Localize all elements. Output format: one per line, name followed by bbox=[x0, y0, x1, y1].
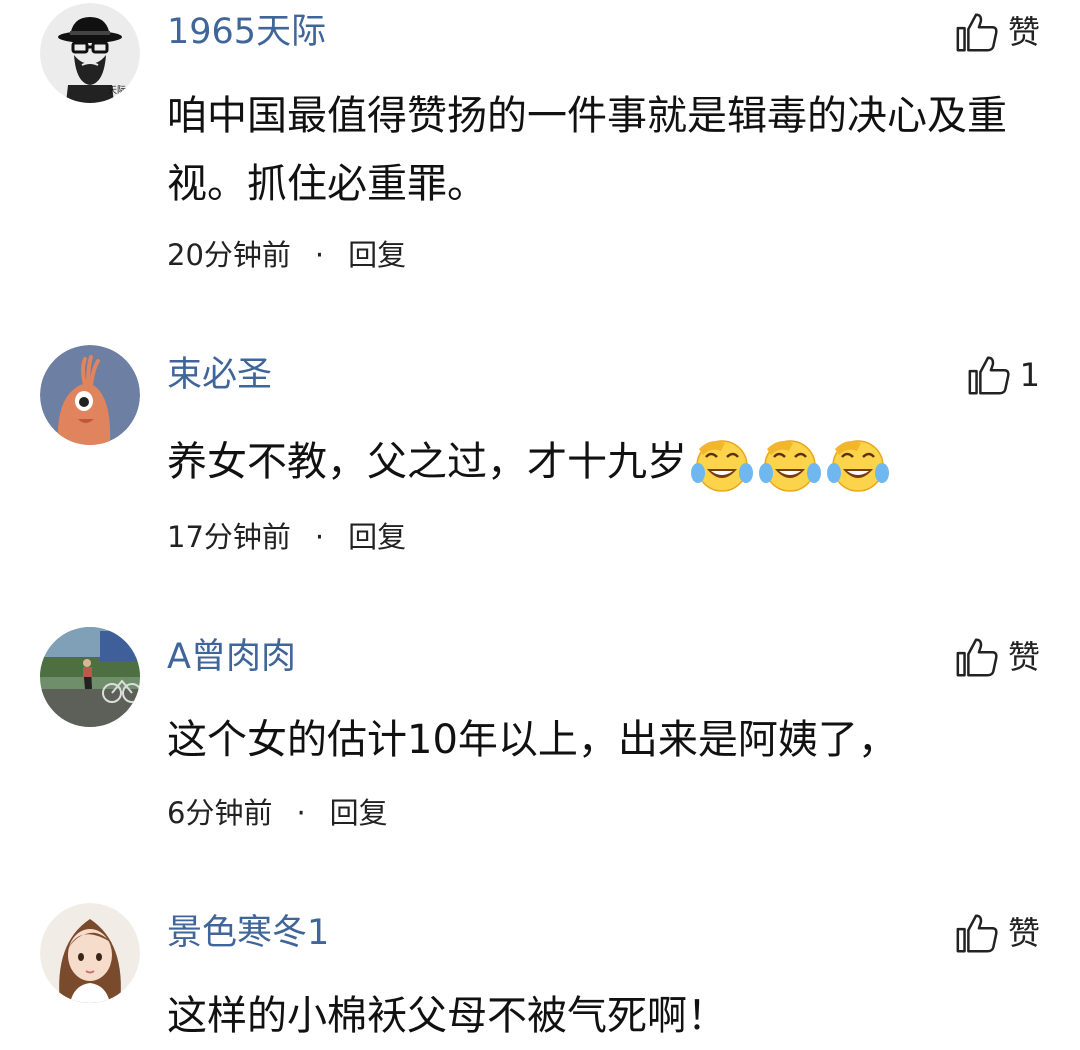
separator-dot: · bbox=[314, 520, 325, 554]
laughing-crying-emoji bbox=[827, 440, 889, 492]
thumbs-up-icon bbox=[956, 914, 998, 953]
reply-button[interactable]: 回复 bbox=[330, 796, 388, 830]
username[interactable]: 景色寒冬1 bbox=[167, 911, 329, 955]
like-button[interactable]: 1 bbox=[966, 351, 1040, 399]
comment-text: 这样的小棉袄父母不被气死啊！ bbox=[167, 993, 727, 1039]
timestamp: 6分钟前 bbox=[167, 796, 273, 830]
comment-meta: 6分钟前 · 回复 bbox=[167, 793, 388, 833]
reply-button[interactable]: 回复 bbox=[348, 238, 406, 272]
avatar[interactable] bbox=[40, 903, 140, 1003]
avatar-image: 天际 bbox=[40, 3, 140, 103]
timestamp: 20分钟前 bbox=[167, 238, 291, 272]
avatar[interactable] bbox=[40, 345, 140, 445]
emoji-group bbox=[691, 435, 889, 493]
avatar-image bbox=[40, 345, 140, 445]
like-button[interactable]: 赞 bbox=[954, 633, 1040, 681]
comment-text: 咱中国最值得赞扬的一件事就是辑毒的决心及重视。抓住必重罪。 bbox=[167, 93, 1007, 207]
username[interactable]: 1965天际 bbox=[167, 10, 326, 54]
thumbs-up-icon bbox=[956, 13, 998, 52]
username[interactable]: A曾肉肉 bbox=[167, 635, 296, 679]
comment-meta: 17分钟前 · 回复 bbox=[167, 517, 406, 557]
comment-text-body: 养女不教，父之过，才十九岁 bbox=[167, 439, 687, 485]
avatar-image bbox=[40, 627, 140, 727]
separator-dot: · bbox=[314, 238, 325, 272]
laughing-crying-emoji bbox=[759, 440, 821, 492]
like-label: 赞 bbox=[1007, 13, 1040, 51]
username[interactable]: 束必圣 bbox=[167, 353, 272, 397]
comment-meta: 20分钟前 · 回复 bbox=[167, 235, 406, 275]
avatar-badge: 天际 bbox=[108, 85, 126, 96]
like-button[interactable]: 赞 bbox=[954, 8, 1040, 56]
like-label: 赞 bbox=[1007, 638, 1040, 676]
avatar[interactable] bbox=[40, 627, 140, 727]
avatar-image bbox=[40, 903, 140, 1003]
comment-text: 这个女的估计10年以上，出来是阿姨了， bbox=[167, 717, 898, 763]
like-count: 1 bbox=[1019, 356, 1040, 394]
like-label: 赞 bbox=[1007, 914, 1040, 952]
avatar[interactable]: 天际 bbox=[40, 3, 140, 103]
separator-dot: · bbox=[296, 796, 306, 830]
laughing-crying-emoji bbox=[691, 440, 753, 492]
timestamp: 17分钟前 bbox=[167, 520, 291, 554]
reply-button[interactable]: 回复 bbox=[348, 520, 406, 554]
comment-text: 养女不教，父之过，才十九岁 bbox=[167, 428, 1027, 496]
thumbs-up-icon bbox=[956, 638, 998, 677]
like-button[interactable]: 赞 bbox=[954, 909, 1040, 957]
thumbs-up-icon bbox=[968, 356, 1010, 395]
